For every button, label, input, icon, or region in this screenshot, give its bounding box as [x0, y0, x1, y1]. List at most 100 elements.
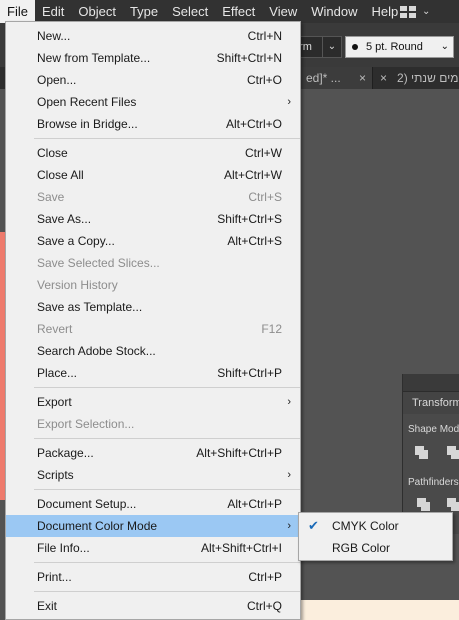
- pathfinders-label: Pathfinders:: [408, 477, 459, 488]
- menu-item-label: Package...: [37, 446, 94, 460]
- menu-item-shortcut: F12: [261, 322, 282, 336]
- menu-item-label: Document Color Mode: [37, 519, 158, 533]
- menu-effect[interactable]: Effect: [215, 0, 262, 23]
- menu-item-new-from-template[interactable]: New from Template... Shift+Ctrl+N: [6, 47, 300, 69]
- menu-separator: [34, 438, 300, 439]
- menu-item-print[interactable]: Print... Ctrl+P: [6, 566, 300, 588]
- pathfinder-panel: Transform Shape Mode Pathfinders:: [402, 374, 459, 534]
- submenu-arrow-icon: ›: [287, 396, 291, 408]
- workspace-grid-icon: [400, 5, 416, 18]
- unite-icon[interactable]: [415, 446, 428, 459]
- document-tab[interactable]: ed]* ... ×: [300, 67, 372, 89]
- menu-item-shortcut: Alt+Ctrl+P: [227, 497, 282, 511]
- submenu-arrow-icon: ›: [287, 96, 291, 108]
- trim-icon[interactable]: [447, 498, 459, 511]
- menu-type[interactable]: Type: [123, 0, 165, 23]
- menu-item-shortcut: Alt+Ctrl+S: [227, 234, 282, 248]
- menu-item-package[interactable]: Package... Alt+Shift+Ctrl+P: [6, 442, 300, 464]
- menu-item-shortcut: Ctrl+P: [248, 570, 282, 584]
- menu-item-exit[interactable]: Exit Ctrl+Q: [6, 595, 300, 617]
- menu-item-revert: Revert F12: [6, 318, 300, 340]
- menu-item-label: File Info...: [37, 541, 90, 555]
- menu-item-open[interactable]: Open... Ctrl+O: [6, 69, 300, 91]
- menu-item-open-recent[interactable]: Open Recent Files ›: [6, 91, 300, 113]
- color-mode-submenu: ✔ CMYK Color RGB Color: [298, 512, 453, 561]
- menu-item-document-color-mode[interactable]: Document Color Mode ›: [6, 515, 300, 537]
- menu-item-save-as-template[interactable]: Save as Template...: [6, 296, 300, 318]
- brush-definition-dropdown[interactable]: 5 pt. Round ⌄: [345, 36, 454, 58]
- menu-bar: File Edit Object Type Select Effect View…: [0, 0, 459, 23]
- menu-separator: [34, 138, 300, 139]
- menu-item-version-history: Version History: [6, 274, 300, 296]
- menu-item-label: Revert: [37, 322, 73, 336]
- submenu-item-cmyk-color[interactable]: ✔ CMYK Color: [299, 515, 452, 537]
- menu-separator: [34, 562, 300, 563]
- menu-item-label: Browse in Bridge...: [37, 117, 138, 131]
- close-icon[interactable]: ×: [380, 67, 387, 89]
- document-tab-label: שלומים שנתי (2: [397, 71, 459, 85]
- menu-item-save-a-copy[interactable]: Save a Copy... Alt+Ctrl+S: [6, 230, 300, 252]
- menu-item-shortcut: Alt+Ctrl+W: [223, 168, 282, 182]
- menu-item-label: Open...: [37, 73, 77, 87]
- menu-item-search-adobe-stock[interactable]: Search Adobe Stock...: [6, 340, 300, 362]
- workspace-switcher[interactable]: ⌄: [400, 0, 442, 23]
- menu-file[interactable]: File: [0, 0, 35, 23]
- menu-item-label: New...: [37, 29, 71, 43]
- menu-separator: [34, 591, 300, 592]
- panel-header[interactable]: [403, 374, 459, 392]
- menu-item-close[interactable]: Close Ctrl+W: [6, 142, 300, 164]
- menu-window[interactable]: Window: [304, 0, 364, 23]
- menu-view[interactable]: View: [262, 0, 304, 23]
- menu-item-label: Close All: [37, 168, 84, 182]
- menu-item-shortcut: Shift+Ctrl+S: [217, 212, 282, 226]
- menu-item-browse-in-bridge[interactable]: Browse in Bridge... Alt+Ctrl+O: [6, 113, 300, 135]
- menu-item-shortcut: Ctrl+N: [247, 29, 282, 43]
- brush-dot-icon: [352, 44, 358, 51]
- document-tab[interactable]: × שלומים שנתי (2: [372, 67, 459, 89]
- menu-item-place[interactable]: Place... Shift+Ctrl+P: [6, 362, 300, 384]
- menu-item-label: Open Recent Files: [37, 95, 137, 109]
- profile-dropdown[interactable]: ⌄: [322, 36, 342, 58]
- menu-item-label: CMYK Color: [332, 519, 399, 533]
- close-icon[interactable]: ×: [359, 67, 366, 89]
- artboard-artwork: [300, 600, 459, 620]
- menu-item-label: New from Template...: [37, 51, 151, 65]
- shape-modes-label: Shape Mode: [408, 424, 459, 435]
- menu-item-shortcut: Alt+Ctrl+O: [225, 117, 282, 131]
- menu-item-scripts[interactable]: Scripts ›: [6, 464, 300, 486]
- menu-item-shortcut: Shift+Ctrl+P: [217, 366, 282, 380]
- menu-separator: [34, 489, 300, 490]
- submenu-arrow-icon: ›: [287, 520, 291, 532]
- menu-item-label: Save: [37, 190, 65, 204]
- panel-tab-transform[interactable]: Transform: [403, 392, 459, 414]
- minus-front-icon[interactable]: [447, 446, 459, 459]
- menu-item-close-all[interactable]: Close All Alt+Ctrl+W: [6, 164, 300, 186]
- menu-item-label: RGB Color: [332, 541, 391, 555]
- menu-item-save-selected-slices: Save Selected Slices...: [6, 252, 300, 274]
- chevron-down-icon: ⌄: [422, 6, 431, 17]
- menu-item-document-setup[interactable]: Document Setup... Alt+Ctrl+P: [6, 493, 300, 515]
- checkmark-icon: ✔: [308, 518, 319, 533]
- menu-item-export-selection: Export Selection...: [6, 413, 300, 435]
- menu-item-file-info[interactable]: File Info... Alt+Shift+Ctrl+I: [6, 537, 300, 559]
- menu-item-new[interactable]: New... Ctrl+N: [6, 25, 300, 47]
- menu-item-label: Print...: [37, 570, 72, 584]
- menu-item-shortcut: Ctrl+W: [245, 146, 282, 160]
- menu-item-label: Save a Copy...: [37, 234, 115, 248]
- menu-item-label: Save as Template...: [37, 300, 143, 314]
- menu-item-label: Version History: [37, 278, 118, 292]
- menu-item-label: Exit: [37, 599, 58, 613]
- menu-object[interactable]: Object: [71, 0, 123, 23]
- menu-item-label: Place...: [37, 366, 78, 380]
- menu-item-label: Save Selected Slices...: [37, 256, 160, 270]
- menu-item-label: Export: [37, 395, 72, 409]
- menu-item-export[interactable]: Export ›: [6, 391, 300, 413]
- menu-item-label: Search Adobe Stock...: [37, 344, 156, 358]
- divide-icon[interactable]: [417, 498, 430, 511]
- menu-item-save-as[interactable]: Save As... Shift+Ctrl+S: [6, 208, 300, 230]
- submenu-item-rgb-color[interactable]: RGB Color: [299, 537, 452, 559]
- menu-edit[interactable]: Edit: [35, 0, 71, 23]
- menu-item-shortcut: Ctrl+O: [246, 73, 282, 87]
- menu-item-shortcut: Alt+Shift+Ctrl+I: [200, 541, 282, 555]
- menu-select[interactable]: Select: [165, 0, 215, 23]
